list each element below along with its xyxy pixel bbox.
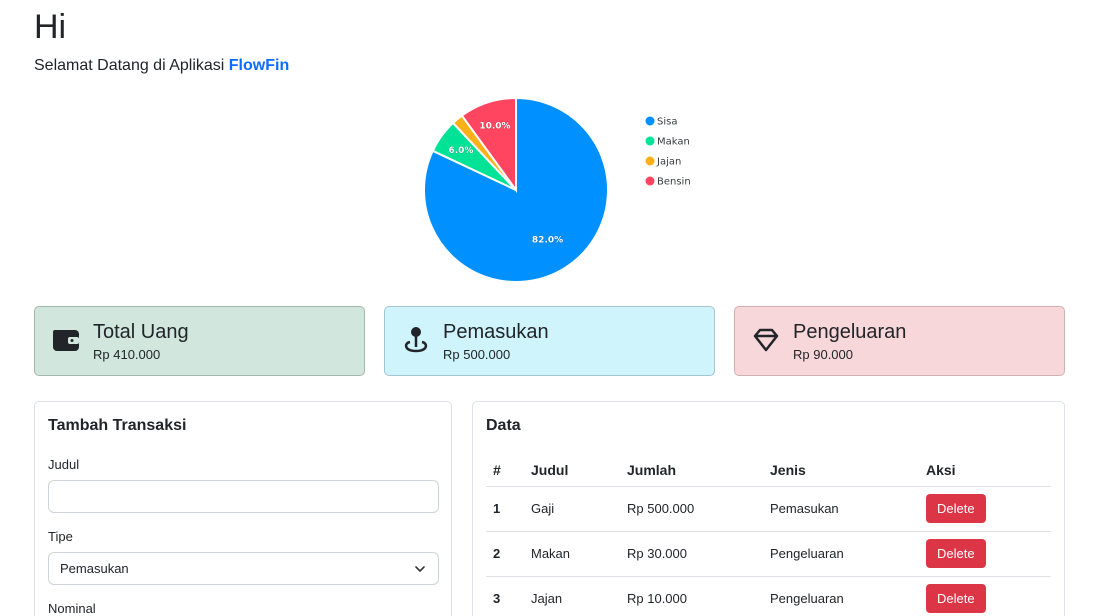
- delete-button[interactable]: Delete: [926, 584, 986, 613]
- row-aksi: Delete: [919, 531, 1051, 577]
- diamond-icon: [753, 328, 779, 352]
- row-judul: Jajan: [524, 576, 620, 616]
- col-header-judul: Judul: [524, 454, 620, 487]
- tipe-selected-value: Pemasukan: [60, 561, 129, 576]
- card-total-uang: Total Uang Rp 410.000: [34, 306, 365, 376]
- table-row: 1 Gaji Rp 500.000 Pemasukan Delete: [486, 486, 1051, 532]
- legend-label[interactable]: Sisa: [657, 117, 677, 128]
- tipe-select[interactable]: Pemasukan: [48, 552, 439, 585]
- judul-input[interactable]: [48, 480, 439, 513]
- card-label: Pengeluaran: [793, 321, 907, 343]
- row-aksi: Delete: [919, 576, 1051, 616]
- pie-data-label: 82.0%: [532, 236, 563, 246]
- wallet-icon: [53, 330, 79, 351]
- row-jumlah: Rp 500.000: [620, 486, 763, 532]
- legend-marker: [645, 176, 655, 186]
- row-jumlah: Rp 10.000: [620, 576, 763, 616]
- table-row: 2 Makan Rp 30.000 Pengeluaran Delete: [486, 531, 1051, 577]
- tipe-label: Tipe: [48, 529, 73, 544]
- row-judul: Gaji: [524, 486, 620, 532]
- table-row: 3 Jajan Rp 10.000 Pengeluaran Delete: [486, 576, 1051, 616]
- row-judul: Makan: [524, 531, 620, 577]
- row-jenis: Pengeluaran: [763, 576, 919, 616]
- row-jumlah: Rp 30.000: [620, 531, 763, 577]
- col-header-aksi: Aksi: [919, 454, 1051, 487]
- judul-label: Judul: [48, 457, 80, 472]
- card-pemasukan: Pemasukan Rp 500.000: [384, 306, 715, 376]
- legend-label[interactable]: Makan: [657, 137, 690, 148]
- row-number: 1: [486, 486, 524, 532]
- card-value: Rp 500.000: [443, 347, 511, 362]
- col-header-jumlah: Jumlah: [620, 454, 763, 487]
- col-header-jenis: Jenis: [763, 454, 919, 487]
- card-value: Rp 90.000: [793, 347, 853, 362]
- nominal-label: Nominal: [48, 601, 96, 616]
- legend-marker: [645, 156, 655, 166]
- add-transaction-panel: Tambah Transaksi Judul Tipe Pemasukan No…: [34, 401, 452, 616]
- delete-button[interactable]: Delete: [926, 494, 986, 523]
- panel-title: Tambah Transaksi: [48, 417, 187, 434]
- col-header-no: #: [486, 454, 524, 487]
- row-jenis: Pengeluaran: [763, 531, 919, 577]
- expense-pie-chart: 82.0% 6.0% 10.0% Sisa Makan Jajan Bensin: [0, 0, 1098, 300]
- card-label: Pemasukan: [443, 321, 549, 343]
- table-header-row: # Judul Jumlah Jenis Aksi: [486, 454, 1051, 487]
- panel-title: Data: [486, 417, 521, 434]
- card-value: Rp 410.000: [93, 347, 161, 362]
- legend-marker: [645, 116, 655, 126]
- card-pengeluaran: Pengeluaran Rp 90.000: [734, 306, 1065, 376]
- row-number: 2: [486, 531, 524, 577]
- legend-label[interactable]: Bensin: [657, 177, 691, 188]
- row-number: 3: [486, 576, 524, 616]
- pie-chart-svg: 82.0% 6.0% 10.0% Sisa Makan Jajan Bensin: [423, 96, 691, 283]
- legend-marker: [645, 136, 655, 146]
- legend-label[interactable]: Jajan: [656, 157, 681, 168]
- delete-button[interactable]: Delete: [926, 539, 986, 568]
- chevron-down-icon: [415, 566, 425, 572]
- row-jenis: Pemasukan: [763, 486, 919, 532]
- pin-icon: [404, 327, 428, 353]
- card-label: Total Uang: [93, 321, 189, 343]
- row-aksi: Delete: [919, 486, 1051, 532]
- data-panel: Data # Judul Jumlah Jenis Aksi 1 Gaji Rp…: [472, 401, 1065, 616]
- pie-data-label: 10.0%: [479, 121, 510, 131]
- transaction-table: # Judul Jumlah Jenis Aksi 1 Gaji Rp 500.…: [486, 454, 1051, 616]
- pie-data-label: 6.0%: [448, 146, 473, 156]
